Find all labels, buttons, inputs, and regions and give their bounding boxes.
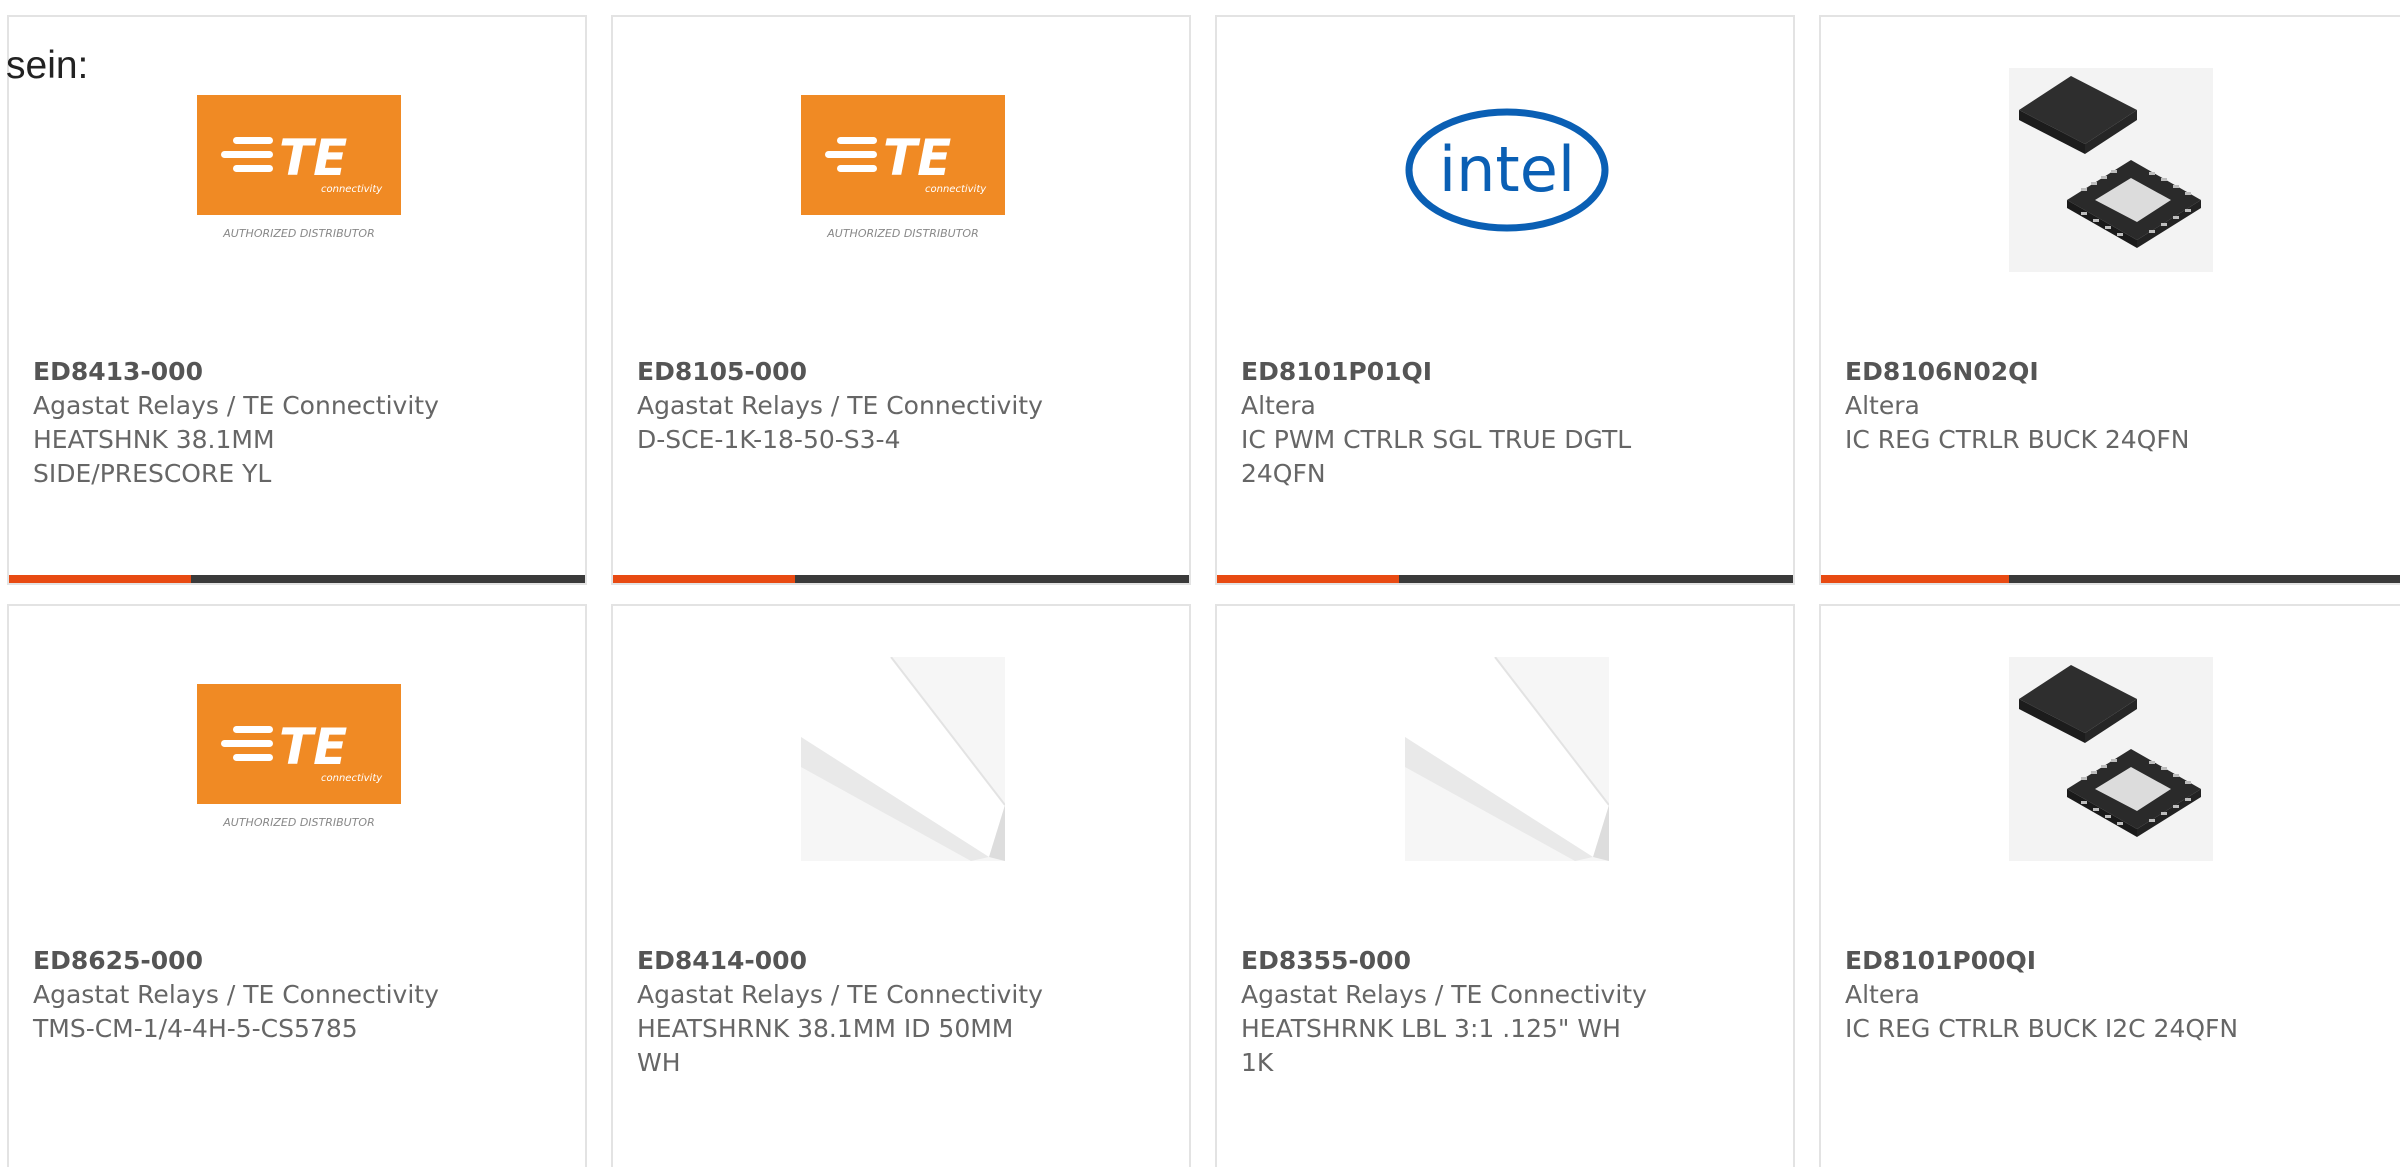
te-caption: AUTHORIZED DISTRIBUTOR: [222, 816, 375, 829]
manufacturer: Agastat Relays / TE Connectivity: [33, 391, 439, 420]
product-card[interactable]: ED8355-000 Agastat Relays / TE Connectiv…: [1215, 604, 1795, 1167]
product-card[interactable]: ED8414-000 Agastat Relays / TE Connectiv…: [611, 604, 1191, 1167]
part-number[interactable]: ED8101P01QI: [1241, 355, 1661, 389]
heatshrink-tube-image[interactable]: [1405, 657, 1609, 861]
te-wordmark: TE: [883, 129, 951, 187]
heatshrink-tube-image[interactable]: [801, 657, 1005, 861]
te-wordmark: TE: [279, 718, 347, 776]
card-progress-fill: [613, 575, 796, 583]
card-progress-bar: [1821, 575, 2400, 583]
product-card[interactable]: ED8106N02QI Altera IC REG CTRLR BUCK 24Q…: [1819, 15, 2400, 585]
te-tagline: connectivity: [321, 184, 383, 195]
product-card[interactable]: TE connectivity AUTHORIZED DISTRIBUTOR E…: [7, 15, 587, 585]
description: IC REG CTRLR BUCK I2C 24QFN: [1845, 1014, 2239, 1043]
part-number[interactable]: ED8355-000: [1241, 944, 1661, 978]
card-progress-bar: [9, 575, 585, 583]
part-number[interactable]: ED8413-000: [33, 355, 453, 389]
card-progress-fill: [9, 575, 192, 583]
lead-text: sein:: [6, 44, 89, 87]
manufacturer: Agastat Relays / TE Connectivity: [637, 980, 1043, 1009]
card-progress-fill: [1821, 575, 2010, 583]
product-card[interactable]: intel ED8101P01QI Altera IC PWM CTRLR SG…: [1215, 15, 1795, 585]
te-caption: AUTHORIZED DISTRIBUTOR: [826, 227, 979, 240]
qfn-chip-image[interactable]: [2009, 657, 2213, 861]
product-card[interactable]: ED8101P00QI Altera IC REG CTRLR BUCK I2C…: [1819, 604, 2400, 1167]
te-tagline: connectivity: [925, 184, 987, 195]
description: IC REG CTRLR BUCK 24QFN: [1845, 425, 2190, 454]
description: HEATSHNK 38.1MM SIDE/PRESCORE YL: [33, 425, 275, 488]
product-card[interactable]: TE connectivity AUTHORIZED DISTRIBUTOR E…: [611, 15, 1191, 585]
manufacturer: Altera: [1241, 391, 1316, 420]
card-progress-bar: [613, 575, 1189, 583]
intel-wordmark: intel: [1439, 133, 1575, 206]
te-connectivity-logo[interactable]: TE connectivity AUTHORIZED DISTRIBUTOR: [197, 68, 401, 272]
part-number[interactable]: ED8106N02QI: [1845, 355, 2265, 389]
manufacturer: Altera: [1845, 980, 1920, 1009]
part-number[interactable]: ED8101P00QI: [1845, 944, 2265, 978]
description: TMS-CM-1/4-4H-5-CS5785: [33, 1014, 358, 1043]
part-number[interactable]: ED8414-000: [637, 944, 1057, 978]
product-card[interactable]: TE connectivity AUTHORIZED DISTRIBUTOR E…: [7, 604, 587, 1167]
description: HEATSHRNK LBL 3:1 .125" WH 1K: [1241, 1014, 1621, 1077]
te-connectivity-logo[interactable]: TE connectivity AUTHORIZED DISTRIBUTOR: [801, 68, 1005, 272]
manufacturer: Agastat Relays / TE Connectivity: [33, 980, 439, 1009]
part-number[interactable]: ED8105-000: [637, 355, 1057, 389]
description: IC PWM CTRLR SGL TRUE DGTL 24QFN: [1241, 425, 1632, 488]
te-tagline: connectivity: [321, 773, 383, 784]
te-caption: AUTHORIZED DISTRIBUTOR: [222, 227, 375, 240]
description: HEATSHRNK 38.1MM ID 50MM WH: [637, 1014, 1014, 1077]
manufacturer: Altera: [1845, 391, 1920, 420]
card-progress-bar: [1217, 575, 1793, 583]
part-number[interactable]: ED8625-000: [33, 944, 453, 978]
card-progress-fill: [1217, 575, 1400, 583]
te-connectivity-logo[interactable]: TE connectivity AUTHORIZED DISTRIBUTOR: [197, 657, 401, 861]
manufacturer: Agastat Relays / TE Connectivity: [1241, 980, 1647, 1009]
te-wordmark: TE: [279, 129, 347, 187]
manufacturer: Agastat Relays / TE Connectivity: [637, 391, 1043, 420]
description: D-SCE-1K-18-50-S3-4: [637, 425, 901, 454]
intel-logo[interactable]: intel: [1405, 68, 1609, 272]
qfn-chip-image[interactable]: [2009, 68, 2213, 272]
